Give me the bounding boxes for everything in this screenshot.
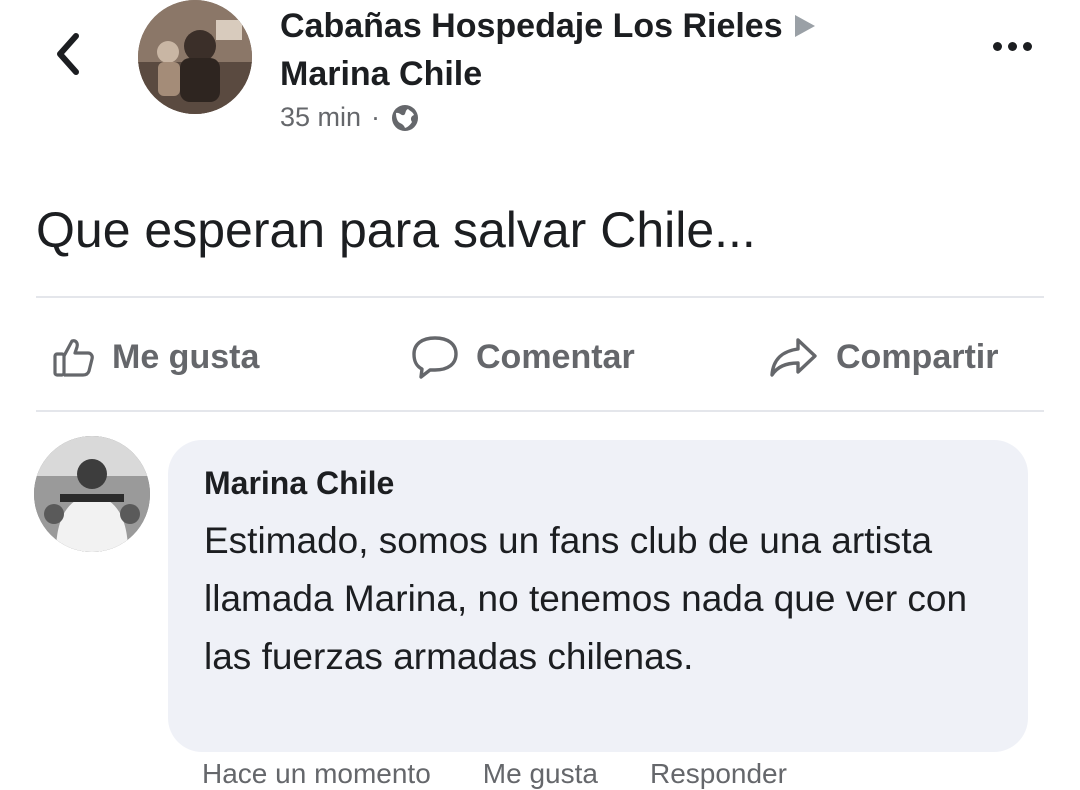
more-options-button[interactable] (987, 36, 1038, 57)
thumbs-up-icon (53, 339, 94, 377)
chevron-left-icon (57, 33, 79, 75)
comment-text: Estimado, somos un fans club de una arti… (204, 520, 968, 677)
commenter-avatar-photo (34, 436, 150, 552)
like-button[interactable]: Me gusta (52, 326, 259, 388)
like-label: Me gusta (112, 337, 260, 376)
meta-separator: · (371, 102, 381, 132)
comment-label: Comentar (476, 337, 635, 376)
avatar-photo (138, 0, 252, 114)
more-dots-icon (993, 42, 1002, 51)
post-text: Que esperan para salvar Chile... (36, 202, 756, 258)
divider-bottom (36, 410, 1044, 412)
comment-bubble: Marina Chile Estimado, somos un fans clu… (168, 440, 1028, 752)
page-name-link[interactable]: Cabañas Hospedaje Los Rieles (280, 2, 783, 50)
back-button[interactable] (48, 28, 88, 80)
post-timestamp[interactable]: 35 min (280, 102, 361, 133)
share-arrow-icon (770, 338, 817, 377)
share-label: Compartir (836, 337, 999, 376)
speech-bubble-icon (412, 336, 458, 379)
comment-timestamp[interactable]: Hace un momento (202, 758, 431, 790)
post-actions-bar: Me gusta Comentar Compartir (36, 326, 1044, 388)
post-author-link[interactable]: Marina Chile (280, 50, 940, 98)
page-avatar[interactable] (138, 0, 252, 114)
share-button[interactable]: Compartir (768, 326, 998, 388)
commenter-avatar[interactable] (34, 436, 150, 552)
comment-author-link[interactable]: Marina Chile (204, 464, 394, 502)
globe-icon (392, 104, 419, 131)
triangle-right-icon (794, 15, 815, 37)
comment-button[interactable]: Comentar (410, 326, 635, 388)
divider-top (36, 296, 1044, 298)
comment-reply-button[interactable]: Responder (650, 758, 787, 790)
comment-like-button[interactable]: Me gusta (483, 758, 598, 790)
comment-actions: Hace un momento Me gusta Responder (202, 758, 787, 790)
